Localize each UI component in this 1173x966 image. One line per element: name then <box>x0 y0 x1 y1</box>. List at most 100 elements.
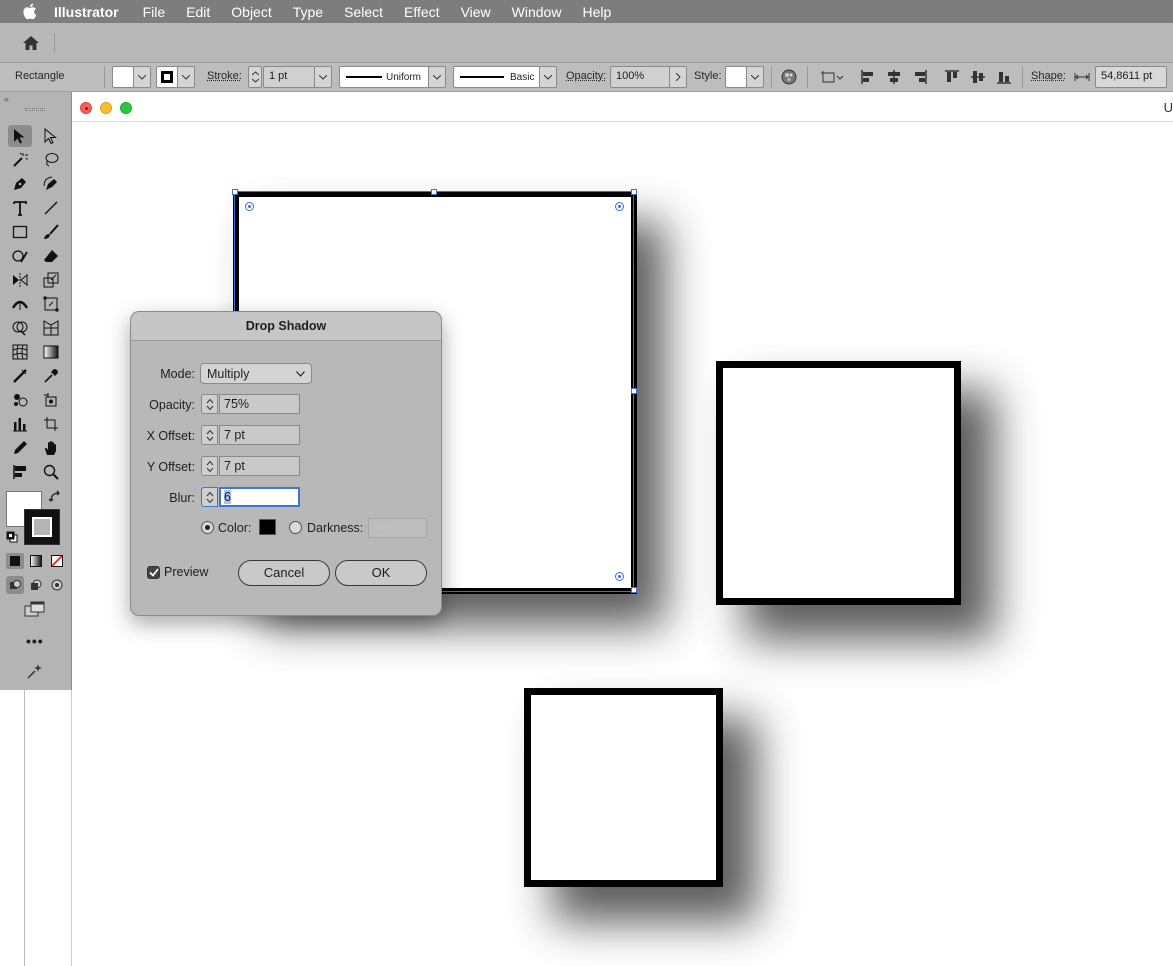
align-to-icon[interactable] <box>818 66 846 88</box>
shape-width-field[interactable]: 54,8611 pt <box>1095 66 1167 88</box>
darkness-radio[interactable] <box>289 521 302 534</box>
menu-select[interactable]: Select <box>344 4 383 20</box>
shape-label[interactable]: Shape: <box>1031 70 1066 82</box>
align-left-icon[interactable] <box>858 66 878 88</box>
menu-object[interactable]: Object <box>231 4 271 20</box>
stroke-dropdown[interactable] <box>177 66 195 88</box>
rectangle-tool-icon[interactable] <box>8 221 32 243</box>
width-tool-icon[interactable] <box>8 293 32 315</box>
style-dropdown[interactable] <box>746 66 764 88</box>
stroke-swatch[interactable] <box>156 66 178 88</box>
resize-handle[interactable] <box>431 189 437 195</box>
menu-window[interactable]: Window <box>512 4 562 20</box>
collapse-panel-icon[interactable]: « <box>4 94 9 104</box>
zoom-window-icon[interactable] <box>120 102 132 114</box>
opacity-expand[interactable] <box>669 66 687 88</box>
change-screen-mode-icon[interactable] <box>24 601 46 622</box>
draw-normal-icon[interactable] <box>6 576 24 594</box>
flag-tool-icon[interactable] <box>8 461 32 483</box>
brush-definition[interactable]: Basic <box>453 66 540 88</box>
artboard-tool-icon[interactable] <box>39 389 63 411</box>
fill-dropdown[interactable] <box>133 66 151 88</box>
shadow-color-swatch[interactable] <box>259 519 276 535</box>
menu-view[interactable]: View <box>461 4 491 20</box>
align-bottom-icon[interactable] <box>994 66 1014 88</box>
minimize-window-icon[interactable] <box>100 102 112 114</box>
cancel-button[interactable]: Cancel <box>238 560 330 586</box>
corner-widget[interactable] <box>615 572 624 581</box>
resize-handle[interactable] <box>631 189 637 195</box>
perspective-grid-tool-icon[interactable] <box>39 317 63 339</box>
opacity-label[interactable]: Opacity: <box>566 70 606 82</box>
align-center-icon[interactable] <box>884 66 904 88</box>
profile-dropdown[interactable] <box>428 66 446 88</box>
home-icon[interactable] <box>18 32 44 54</box>
pencil-tool-icon[interactable] <box>8 437 32 459</box>
resize-handle[interactable] <box>631 587 637 593</box>
paintbrush-tool-icon[interactable] <box>39 221 63 243</box>
menu-type[interactable]: Type <box>293 4 323 20</box>
none-mode-icon[interactable] <box>48 553 66 569</box>
align-right-icon[interactable] <box>910 66 930 88</box>
darkness-input[interactable]: 100% <box>368 518 427 538</box>
gradient-mode-icon[interactable] <box>27 553 45 569</box>
stroke-weight-field[interactable]: 1 pt <box>263 66 315 88</box>
x-offset-stepper[interactable] <box>201 425 218 445</box>
corner-widget[interactable] <box>245 202 254 211</box>
align-middle-icon[interactable] <box>968 66 988 88</box>
align-top-icon[interactable] <box>942 66 962 88</box>
blur-stepper[interactable] <box>201 487 218 507</box>
y-offset-input[interactable]: 7 pt <box>219 456 300 476</box>
free-transform-tool-icon[interactable] <box>39 293 63 315</box>
shaper-tool-icon[interactable] <box>8 245 32 267</box>
y-offset-stepper[interactable] <box>201 456 218 476</box>
swap-fill-stroke-icon[interactable] <box>48 490 62 507</box>
magic-sparkle-icon[interactable] <box>26 662 44 683</box>
preview-label[interactable]: Preview <box>164 565 208 579</box>
apple-icon[interactable] <box>20 3 38 21</box>
opacity-field[interactable]: 100% <box>610 66 670 88</box>
menu-file[interactable]: File <box>143 4 166 20</box>
eyedropper-tool-icon[interactable] <box>39 365 63 387</box>
resize-handle[interactable] <box>631 388 637 394</box>
lasso-tool-icon[interactable] <box>39 149 63 171</box>
draw-behind-icon[interactable] <box>27 576 45 594</box>
gradient-tool-icon[interactable] <box>39 341 63 363</box>
blur-input[interactable]: 6 <box>219 487 300 507</box>
eraser-tool-icon[interactable] <box>39 245 63 267</box>
rotate-tool-icon[interactable] <box>8 269 32 291</box>
column-graph-tool-icon[interactable] <box>8 413 32 435</box>
stroke-color-swatch[interactable] <box>24 509 60 545</box>
draw-inside-icon[interactable] <box>48 576 66 594</box>
hand-tool-icon[interactable] <box>39 437 63 459</box>
selection-tool-icon[interactable] <box>8 125 32 147</box>
mode-select[interactable]: Multiply <box>200 363 312 384</box>
direct-selection-tool-icon[interactable] <box>39 125 63 147</box>
edit-toolbar-icon[interactable]: ••• <box>26 633 44 649</box>
menu-app-name[interactable]: Illustrator <box>54 4 119 20</box>
menu-effect[interactable]: Effect <box>404 4 440 20</box>
blend-tool-icon[interactable] <box>8 365 32 387</box>
rectangle-right[interactable] <box>716 361 961 605</box>
color-mode-icon[interactable] <box>6 553 24 569</box>
slice-tool-icon[interactable] <box>39 413 63 435</box>
curvature-tool-icon[interactable] <box>39 173 63 195</box>
ok-button[interactable]: OK <box>335 560 427 586</box>
stroke-weight-dropdown[interactable] <box>314 66 332 88</box>
recolor-artwork-icon[interactable] <box>779 66 799 88</box>
line-segment-tool-icon[interactable] <box>39 197 63 219</box>
variable-width-profile[interactable]: Uniform <box>339 66 429 88</box>
type-tool-icon[interactable] <box>8 197 32 219</box>
stroke-stepper[interactable] <box>248 66 262 88</box>
color-radio[interactable] <box>201 521 214 534</box>
menu-help[interactable]: Help <box>582 4 611 20</box>
style-swatch[interactable] <box>725 66 747 88</box>
symbol-sprayer-tool-icon[interactable] <box>8 389 32 411</box>
stroke-label[interactable]: Stroke: <box>207 70 242 82</box>
default-fill-stroke-icon[interactable] <box>6 531 18 546</box>
mesh-tool-icon[interactable] <box>8 341 32 363</box>
panel-grip[interactable] <box>25 108 45 111</box>
corner-widget[interactable] <box>615 202 624 211</box>
close-window-icon[interactable] <box>80 102 92 114</box>
magic-wand-tool-icon[interactable] <box>8 149 32 171</box>
